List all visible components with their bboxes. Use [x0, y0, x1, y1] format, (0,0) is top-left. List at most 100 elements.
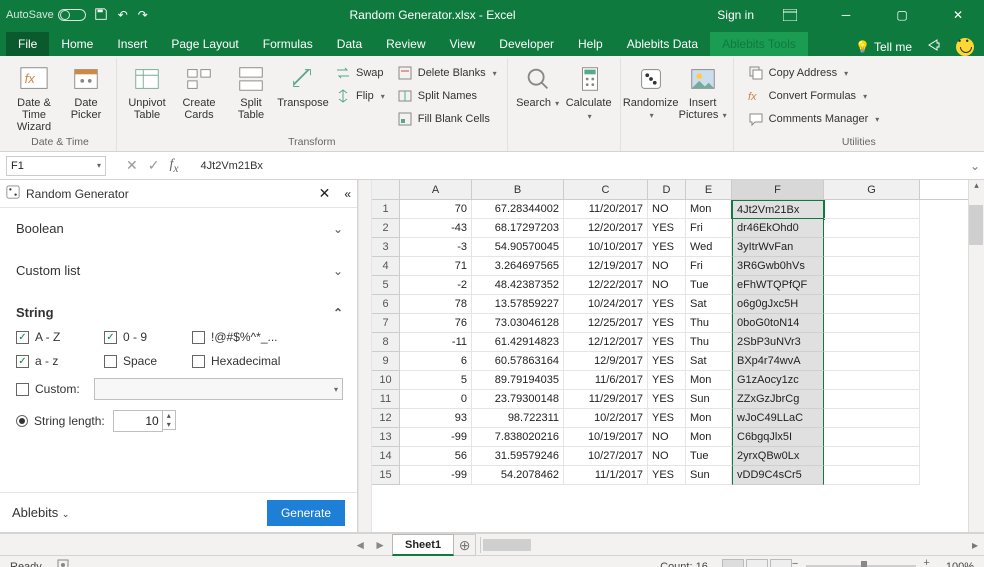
- cell-F6[interactable]: o6g0gJxc5H: [732, 295, 824, 314]
- cell-D12[interactable]: YES: [648, 409, 686, 428]
- cell-D11[interactable]: YES: [648, 390, 686, 409]
- cell-A10[interactable]: 5: [400, 371, 472, 390]
- cell-F11[interactable]: ZZxGzJbrCg: [732, 390, 824, 409]
- cell-C13[interactable]: 10/19/2017: [564, 428, 648, 447]
- cell-E5[interactable]: Tue: [686, 276, 732, 295]
- cell-D15[interactable]: YES: [648, 466, 686, 485]
- tab-review[interactable]: Review: [374, 32, 437, 56]
- cell-A12[interactable]: 93: [400, 409, 472, 428]
- checkbox-custom[interactable]: Custom:: [16, 382, 86, 396]
- cell-G5[interactable]: [824, 276, 920, 295]
- scroll-right-icon[interactable]: ▸: [966, 538, 984, 552]
- cell-E7[interactable]: Thu: [686, 314, 732, 333]
- column-header-E[interactable]: E: [686, 180, 732, 199]
- column-header-F[interactable]: F: [732, 180, 824, 199]
- cell-D14[interactable]: NO: [648, 447, 686, 466]
- close-pane-icon[interactable]: ✕: [319, 185, 331, 202]
- select-all-corner[interactable]: [372, 180, 400, 199]
- cell-E11[interactable]: Sun: [686, 390, 732, 409]
- radio-string-length[interactable]: String length:: [16, 414, 105, 428]
- sheet-tab-active[interactable]: Sheet1: [392, 534, 454, 556]
- cell-A2[interactable]: -43: [400, 219, 472, 238]
- view-normal-button[interactable]: [722, 559, 744, 567]
- cell-A11[interactable]: 0: [400, 390, 472, 409]
- cell-B8[interactable]: 61.42914823: [472, 333, 564, 352]
- minimize-icon[interactable]: ─: [826, 2, 866, 28]
- cell-B15[interactable]: 54.2078462: [472, 466, 564, 485]
- ablebits-brand[interactable]: Ablebits ⌄: [12, 505, 69, 520]
- search-button[interactable]: Search ▾: [514, 60, 562, 110]
- cell-D5[interactable]: NO: [648, 276, 686, 295]
- row-header[interactable]: 4: [372, 257, 400, 276]
- cell-D9[interactable]: YES: [648, 352, 686, 371]
- cell-B9[interactable]: 60.57863164: [472, 352, 564, 371]
- cell-G7[interactable]: [824, 314, 920, 333]
- create-cards-button[interactable]: Create Cards: [175, 60, 223, 121]
- cell-G6[interactable]: [824, 295, 920, 314]
- sheet-prev-icon[interactable]: ◄: [354, 538, 366, 552]
- close-icon[interactable]: ✕: [938, 2, 978, 28]
- tab-home[interactable]: Home: [49, 32, 105, 56]
- cell-A14[interactable]: 56: [400, 447, 472, 466]
- redo-icon[interactable]: ↷: [138, 8, 148, 22]
- row-header[interactable]: 3: [372, 238, 400, 257]
- tab-data[interactable]: Data: [325, 32, 374, 56]
- flip-button[interactable]: Flip▾: [331, 85, 389, 107]
- tab-ablebits-tools[interactable]: Ablebits Tools: [710, 32, 808, 56]
- section-string[interactable]: String ⌃: [16, 299, 343, 326]
- row-header[interactable]: 5: [372, 276, 400, 295]
- swap-button[interactable]: Swap: [331, 62, 389, 84]
- cell-G14[interactable]: [824, 447, 920, 466]
- cell-C8[interactable]: 12/12/2017: [564, 333, 648, 352]
- cell-B11[interactable]: 23.79300148: [472, 390, 564, 409]
- cell-G12[interactable]: [824, 409, 920, 428]
- add-sheet-button[interactable]: ⊕: [454, 534, 476, 556]
- cell-A13[interactable]: -99: [400, 428, 472, 447]
- cell-G4[interactable]: [824, 257, 920, 276]
- cell-B2[interactable]: 68.17297203: [472, 219, 564, 238]
- section-boolean[interactable]: Boolean ⌄: [16, 215, 343, 242]
- cell-C3[interactable]: 10/10/2017: [564, 238, 648, 257]
- sheet-nav[interactable]: ◄►: [0, 538, 392, 552]
- cell-B3[interactable]: 54.90570045: [472, 238, 564, 257]
- cell-F3[interactable]: 3yItrWvFan: [732, 238, 824, 257]
- vertical-scrollbar[interactable]: ▴: [968, 180, 984, 532]
- cell-E15[interactable]: Sun: [686, 466, 732, 485]
- confirm-edit-icon[interactable]: ✓: [148, 157, 160, 174]
- cell-F14[interactable]: 2yrxQBw0Lx: [732, 447, 824, 466]
- cell-E9[interactable]: Sat: [686, 352, 732, 371]
- cell-F12[interactable]: wJoC49LLaC: [732, 409, 824, 428]
- autosave-toggle[interactable]: AutoSave: [6, 9, 86, 21]
- tab-developer[interactable]: Developer: [487, 32, 566, 56]
- tab-view[interactable]: View: [438, 32, 488, 56]
- view-page-layout-button[interactable]: [746, 559, 768, 567]
- split-names-button[interactable]: Split Names: [393, 85, 501, 107]
- name-box[interactable]: F1 ▾: [6, 156, 106, 176]
- cell-B5[interactable]: 48.42387352: [472, 276, 564, 295]
- custom-chars-dropdown[interactable]: ▾: [94, 378, 343, 400]
- fill-blank-cells-button[interactable]: Fill Blank Cells: [393, 108, 501, 130]
- checkbox-az-upper[interactable]: A - Z: [16, 330, 104, 344]
- undo-icon[interactable]: ↶: [118, 8, 128, 22]
- string-length-input[interactable]: 10 ▴▾: [113, 410, 163, 432]
- cell-B6[interactable]: 13.57859227: [472, 295, 564, 314]
- section-custom-list[interactable]: Custom list ⌄: [16, 257, 343, 284]
- cell-F1[interactable]: 4Jt2Vm21Bx: [732, 200, 824, 219]
- cell-E2[interactable]: Fri: [686, 219, 732, 238]
- checkbox-az-lower[interactable]: a - z: [16, 354, 104, 368]
- column-header-G[interactable]: G: [824, 180, 920, 199]
- cell-C4[interactable]: 12/19/2017: [564, 257, 648, 276]
- cell-C14[interactable]: 10/27/2017: [564, 447, 648, 466]
- spinner-arrows-icon[interactable]: ▴▾: [162, 410, 176, 430]
- cell-F15[interactable]: vDD9C4sCr5: [732, 466, 824, 485]
- cell-D1[interactable]: NO: [648, 200, 686, 219]
- cell-D8[interactable]: YES: [648, 333, 686, 352]
- cell-C11[interactable]: 11/29/2017: [564, 390, 648, 409]
- row-header[interactable]: 10: [372, 371, 400, 390]
- cell-G15[interactable]: [824, 466, 920, 485]
- cell-D7[interactable]: YES: [648, 314, 686, 333]
- pane-resize-handle[interactable]: [358, 180, 372, 532]
- maximize-icon[interactable]: ▢: [882, 2, 922, 28]
- cell-G13[interactable]: [824, 428, 920, 447]
- copy-address-button[interactable]: Copy Address▾: [744, 62, 884, 84]
